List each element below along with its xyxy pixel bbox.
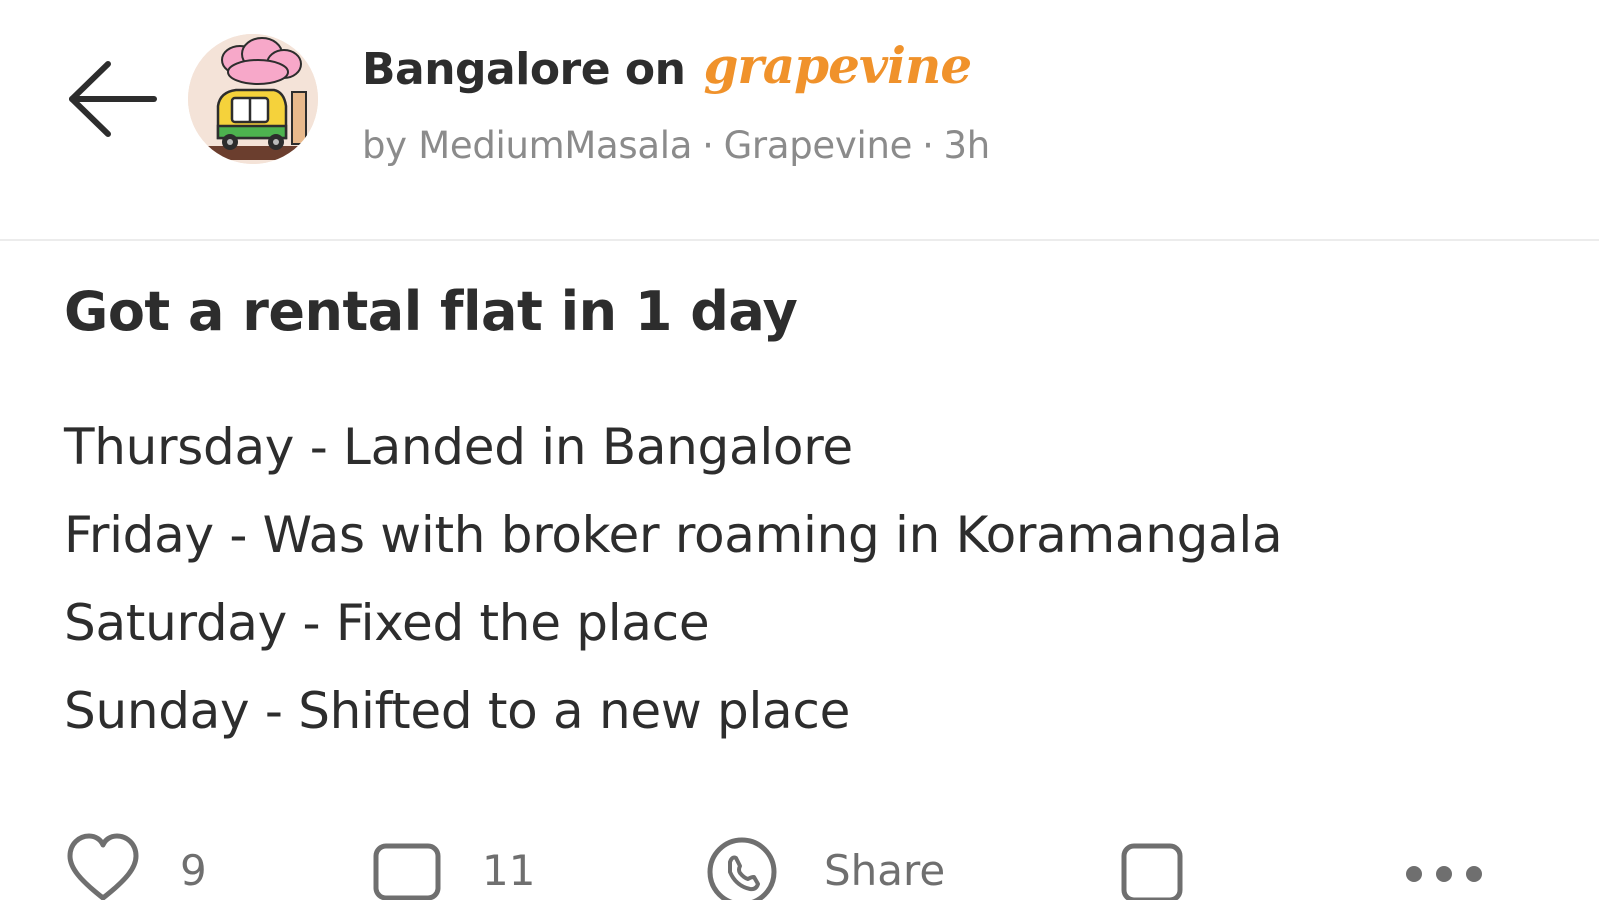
heart-icon [67, 833, 139, 900]
post-screen: Bangalore on grapevine by MediumMasala ·… [0, 0, 1599, 900]
comment-button[interactable]: 11 [372, 832, 535, 900]
post-line: Thursday - Landed in Bangalore [64, 418, 853, 476]
like-button[interactable]: 9 [66, 832, 207, 900]
more-button[interactable] [1402, 832, 1486, 900]
group-title[interactable]: Bangalore on grapevine [362, 34, 972, 104]
arrow-left-icon [69, 61, 157, 137]
meta-separator: · [922, 123, 934, 167]
post-title: Got a rental flat in 1 day [64, 280, 798, 343]
post-line: Friday - Was with broker roaming in Kora… [64, 506, 1283, 564]
post-line: Sunday - Shifted to a new place [64, 682, 851, 740]
bookmark-icon [1121, 843, 1183, 900]
share-label: Share [824, 846, 946, 895]
brand-logo-text: grapevine [703, 35, 972, 95]
community-name[interactable]: Grapevine [724, 124, 913, 167]
auto-rickshaw-icon [188, 34, 318, 164]
comment-count: 11 [482, 846, 536, 895]
group-avatar[interactable] [188, 34, 318, 164]
like-count: 9 [180, 846, 207, 895]
group-name: Bangalore on [362, 43, 686, 95]
share-button[interactable]: Share [704, 832, 945, 900]
meta-separator: · [702, 123, 714, 167]
comment-icon [373, 843, 441, 900]
author-name[interactable]: by MediumMasala [362, 124, 692, 167]
post-time: 3h [943, 123, 991, 167]
post-line: Saturday - Fixed the place [64, 594, 710, 652]
back-button[interactable] [66, 58, 158, 140]
whatsapp-icon [707, 837, 777, 900]
header-divider [0, 239, 1599, 241]
more-horizontal-icon [1406, 866, 1482, 882]
bookmark-button[interactable] [1120, 832, 1184, 900]
post-body: Thursday - Landed in Bangalore Friday - … [64, 412, 1283, 764]
post-meta: by MediumMasala · Grapevine · 3h [362, 120, 990, 170]
